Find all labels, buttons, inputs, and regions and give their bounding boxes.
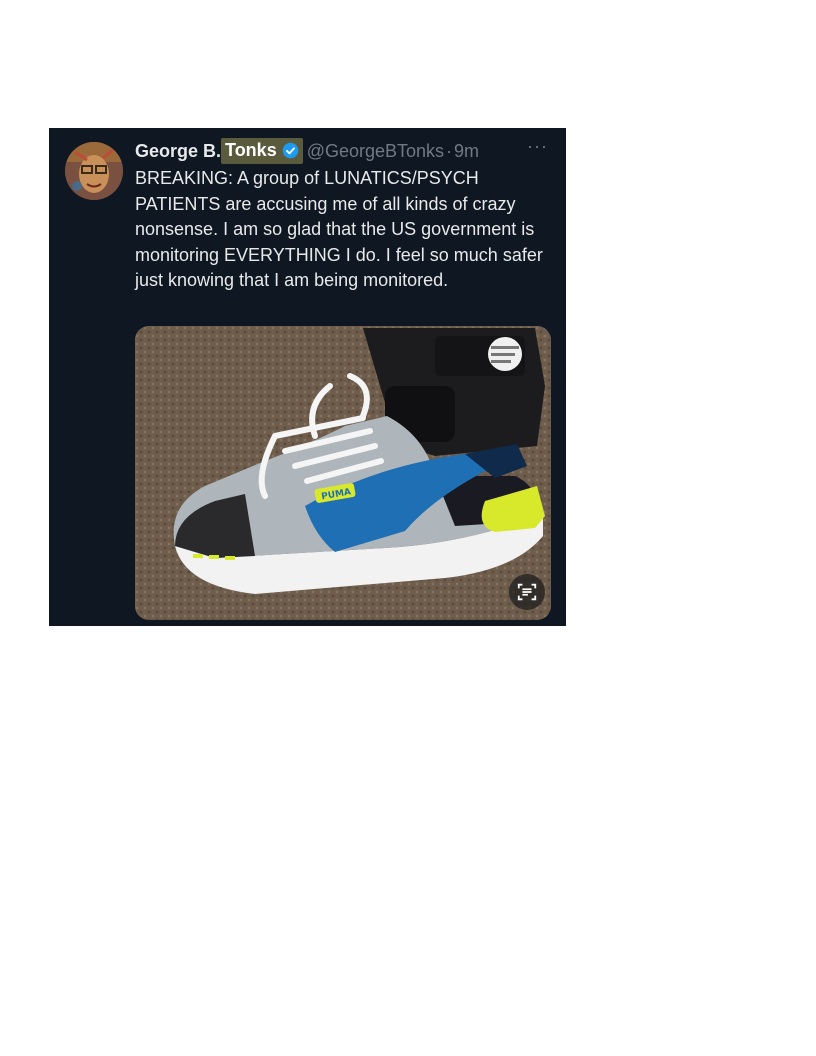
page: George B. Tonks @GeorgeBTonks · 9m ··· B…	[0, 0, 816, 1056]
avatar-image	[65, 142, 123, 200]
sneaker-photo: PUMA	[135, 326, 551, 620]
verified-badge-icon	[282, 142, 298, 159]
author-name-highlight-text: Tonks	[225, 140, 277, 160]
lens-glyph	[517, 583, 537, 601]
tweet-card[interactable]: George B. Tonks @GeorgeBTonks · 9m ··· B…	[49, 128, 566, 626]
tweet-header: George B. Tonks @GeorgeBTonks · 9m	[135, 138, 552, 164]
author-name[interactable]: George B.	[135, 141, 221, 162]
tweet-media-image[interactable]: PUMA	[135, 326, 551, 620]
image-text-scan-icon[interactable]	[509, 574, 545, 610]
author-handle[interactable]: @GeorgeBTonks	[307, 141, 444, 162]
separator-dot: ·	[446, 140, 453, 161]
author-name-highlighted[interactable]: Tonks	[221, 138, 303, 164]
tweet-text: BREAKING: A group of LUNATICS/PSYCH PATI…	[135, 168, 543, 290]
avatar[interactable]	[65, 142, 123, 200]
tweet-timestamp[interactable]: 9m	[454, 141, 479, 162]
more-options-icon[interactable]: ···	[527, 136, 548, 157]
